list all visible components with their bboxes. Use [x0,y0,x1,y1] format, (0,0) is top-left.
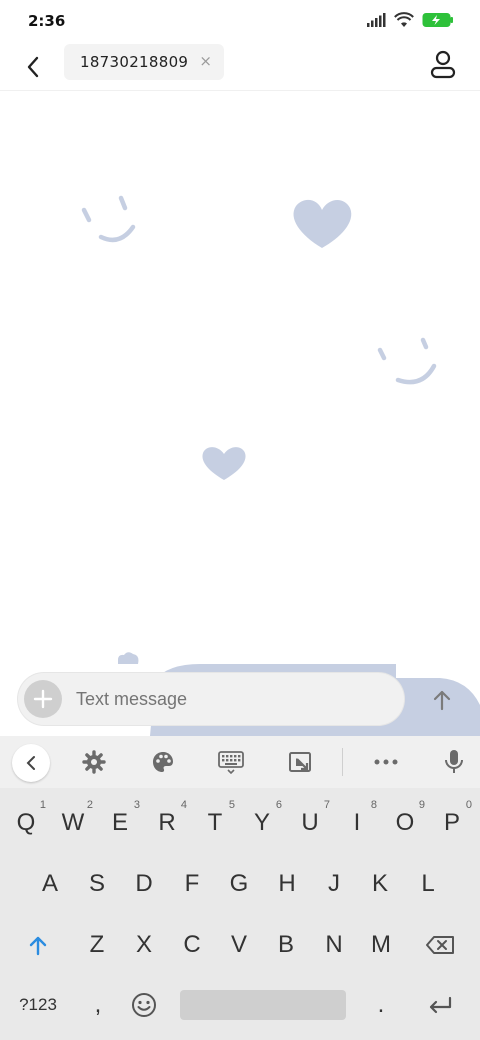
up-arrow-icon [433,690,451,711]
resize-icon [289,752,311,772]
recipient-chip[interactable]: 18730218809 × [64,44,224,80]
key-k[interactable]: K [358,856,402,912]
person-icon [430,50,456,79]
key-u[interactable]: U7 [288,795,332,851]
key-w[interactable]: W2 [51,795,95,851]
key-e[interactable]: E3 [98,795,142,851]
add-attachment-button[interactable] [24,680,62,718]
smiley-doodle-icon [81,195,136,243]
key-v[interactable]: V [217,917,261,973]
smiley-doodle-icon [377,337,437,385]
message-input[interactable] [76,673,376,725]
key-m[interactable]: M [359,917,403,973]
send-button[interactable] [425,683,459,717]
key-n[interactable]: N [312,917,356,973]
chat-wallpaper [81,195,480,736]
back-button[interactable] [18,50,48,84]
remove-recipient-icon[interactable]: × [199,52,212,70]
heart-doodle-icon [293,199,352,248]
microphone-icon [445,750,463,773]
emoji-icon [132,993,156,1017]
toolbar-divider [342,748,343,776]
key-o[interactable]: O9 [383,795,427,851]
key-b[interactable]: B [264,917,308,973]
key-a[interactable]: A [28,856,72,912]
enter-key[interactable] [418,977,462,1033]
key-c[interactable]: C [170,917,214,973]
key-t[interactable]: T5 [193,795,237,851]
space-bar[interactable] [180,990,346,1020]
more-options-button[interactable] [370,748,402,776]
period-key[interactable]: . [359,977,403,1033]
backspace-icon [426,936,454,954]
voice-input-button[interactable] [438,748,470,776]
message-composer [18,673,404,725]
enter-icon [429,996,452,1014]
key-p[interactable]: P0 [430,795,474,851]
keyboard-icon [218,751,244,774]
signal-icon [367,13,386,27]
comma-key[interactable]: , [76,977,120,1033]
status-time: 2:36 [28,12,66,30]
plus-icon [33,689,53,709]
key-z[interactable]: Z [75,917,119,973]
key-s[interactable]: S [75,856,119,912]
key-d[interactable]: D [122,856,166,912]
key-y[interactable]: Y6 [240,795,284,851]
keyboard-toolbar [0,736,480,788]
backspace-key[interactable] [418,917,462,973]
back-arrow-icon [27,56,39,78]
contact-button[interactable] [428,48,458,80]
symbols-key[interactable]: ?123 [10,977,66,1033]
more-icon [374,759,398,765]
key-l[interactable]: L [406,856,450,912]
resize-keyboard-button[interactable] [284,748,316,776]
key-i[interactable]: I8 [335,795,379,851]
status-bar: 2:36 [0,0,480,44]
key-r[interactable]: R4 [145,795,189,851]
key-x[interactable]: X [122,917,166,973]
key-h[interactable]: H [265,856,309,912]
conversation-header: 18730218809 × [0,44,480,91]
shift-arrow-icon [29,936,47,956]
keyboard-settings-button[interactable] [78,748,110,776]
wifi-icon [394,12,414,27]
key-j[interactable]: J [312,856,356,912]
shift-key[interactable] [16,917,60,973]
collapse-toolbar-button[interactable] [12,744,50,782]
theme-button[interactable] [147,748,179,776]
recipient-number: 18730218809 [80,53,189,71]
small-heart-doodle-icon [118,652,139,664]
emoji-key[interactable] [122,977,166,1033]
key-f[interactable]: F [170,856,214,912]
heart-doodle-icon [202,447,246,480]
chevron-left-icon [26,756,35,770]
key-g[interactable]: G [217,856,261,912]
settings-gear-icon [82,750,106,774]
battery-charging-icon [422,13,453,27]
key-q[interactable]: Q1 [4,795,48,851]
keyboard-layout-button[interactable] [215,748,247,776]
keyboard: Q1 W2 E3 R4 T5 Y6 U7 I8 O9 P0 A S D F G … [0,736,480,1040]
palette-icon [153,752,173,772]
status-icons [366,12,454,28]
